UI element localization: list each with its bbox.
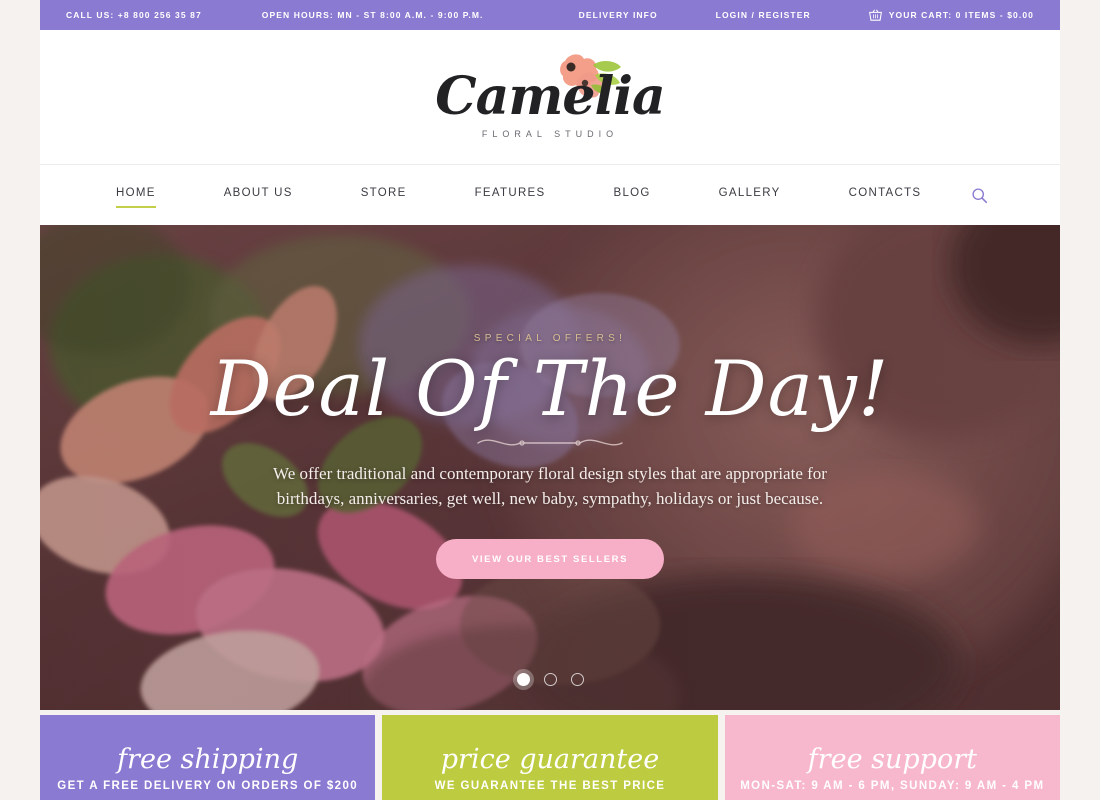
- cart-label: YOUR CART: 0 ITEMS - $0.00: [888, 10, 1034, 20]
- hero-description: We offer traditional and contemporary fl…: [273, 464, 827, 508]
- view-best-sellers-button[interactable]: VIEW OUR BEST SELLERS: [435, 539, 665, 580]
- logo-tagline: FLORAL STUDIO: [481, 129, 619, 139]
- topbar-left-group: CALL US: +8 800 256 35 87 OPEN HOURS: MN…: [40, 10, 484, 20]
- hero-title: Deal Of The Day!: [210, 344, 890, 433]
- feature-box-free-support[interactable]: free support MON-SAT: 9 AM - 6 PM, SUNDA…: [724, 715, 1060, 800]
- logo-band: Camelia FLORAL STUDIO: [40, 30, 1060, 164]
- feature-subtitle: GET A FREE DELIVERY ON ORDERS OF $200: [57, 779, 359, 792]
- hero-content: SPECIAL OFFERS! Deal Of The Day! We offe…: [40, 225, 1060, 710]
- search-icon[interactable]: [971, 187, 988, 204]
- slider-pagination: [40, 673, 1060, 686]
- feature-boxes: free shipping GET A FREE DELIVERY ON ORD…: [40, 715, 1060, 800]
- main-nav: HOME ABOUT US STORE FEATURES BLOG GALLER…: [40, 183, 1060, 208]
- slider-dot-3[interactable]: [570, 673, 584, 686]
- nav-item-contacts[interactable]: CONTACTS: [849, 183, 922, 208]
- open-hours-text: OPEN HOURS: MN - ST 8:00 A.M. - 9:00 P.M…: [261, 10, 484, 20]
- feature-subtitle: MON-SAT: 9 AM - 6 PM, SUNDAY: 9 AM - 4 P…: [740, 779, 1045, 792]
- feature-title: free shipping: [117, 743, 299, 775]
- login-register-link[interactable]: LOGIN / REGISTER: [716, 10, 811, 20]
- feature-subtitle: WE GUARANTEE THE BEST PRICE: [434, 779, 666, 792]
- main-navigation-bar: HOME ABOUT US STORE FEATURES BLOG GALLER…: [40, 164, 1060, 225]
- nav-item-gallery[interactable]: GALLERY: [719, 183, 781, 208]
- basket-icon: [868, 9, 882, 21]
- nav-item-about-us[interactable]: ABOUT US: [224, 183, 293, 208]
- nav-item-home[interactable]: HOME: [116, 183, 156, 208]
- page-root: CALL US: +8 800 256 35 87 OPEN HOURS: MN…: [0, 0, 1100, 800]
- nav-item-store[interactable]: STORE: [361, 183, 407, 208]
- cart-link[interactable]: YOUR CART: 0 ITEMS - $0.00: [868, 9, 1034, 21]
- nav-item-features[interactable]: FEATURES: [475, 183, 546, 208]
- top-utility-bar: CALL US: +8 800 256 35 87 OPEN HOURS: MN…: [40, 0, 1060, 30]
- slider-dot-2[interactable]: [543, 673, 557, 686]
- hero-eyebrow: SPECIAL OFFERS!: [473, 333, 627, 344]
- feature-title: free support: [807, 743, 977, 775]
- feature-title: price guarantee: [440, 743, 660, 775]
- site-logo[interactable]: Camelia FLORAL STUDIO: [435, 49, 666, 145]
- feature-box-price-guarantee[interactable]: price guarantee WE GUARANTEE THE BEST PR…: [382, 715, 718, 800]
- call-us-text: CALL US: +8 800 256 35 87: [66, 10, 202, 20]
- flourish-divider-icon: [477, 439, 623, 446]
- delivery-info-link[interactable]: DELIVERY INFO: [579, 10, 658, 20]
- feature-box-free-shipping[interactable]: free shipping GET A FREE DELIVERY ON ORD…: [40, 715, 376, 800]
- slider-dot-1[interactable]: [516, 673, 530, 686]
- hero-slider: SPECIAL OFFERS! Deal Of The Day! We offe…: [40, 225, 1060, 710]
- logo-name: Camelia: [435, 66, 665, 127]
- topbar-right-group: DELIVERY INFO LOGIN / REGISTER YOUR CART…: [579, 9, 1060, 21]
- nav-item-blog[interactable]: BLOG: [614, 183, 651, 208]
